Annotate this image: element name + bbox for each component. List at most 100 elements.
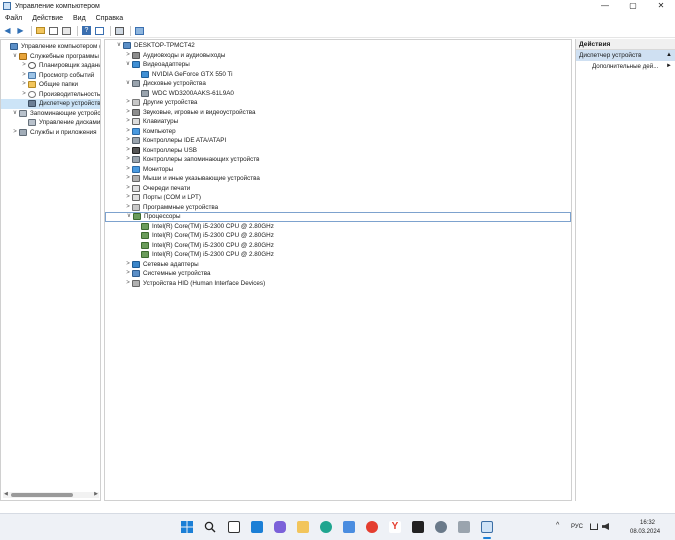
- expand-chevron-icon[interactable]: >: [124, 51, 132, 61]
- start-button-icon[interactable]: [181, 521, 193, 533]
- console-tree-pane[interactable]: Управление компьютером (л ∨ Служебные прог…: [0, 39, 101, 501]
- collapse-chevron-icon[interactable]: ∨: [115, 41, 123, 51]
- expand-chevron-icon[interactable]: >: [124, 279, 132, 289]
- update-driver-icon[interactable]: [114, 25, 125, 36]
- maximize-button[interactable]: ▢: [619, 0, 647, 12]
- console-tree-item[interactable]: > Просмотр событий: [1, 71, 100, 81]
- search-icon[interactable]: [204, 521, 216, 533]
- expand-chevron-icon[interactable]: >: [11, 128, 19, 138]
- console-tree-item[interactable]: > Планировщик заданий: [1, 61, 100, 71]
- device-tree-item[interactable]: > Устройства HID (Human Interface Devices…: [105, 279, 571, 289]
- expand-chevron-icon[interactable]: >: [124, 203, 132, 213]
- yandex-app-icon[interactable]: Y: [389, 521, 401, 533]
- expand-chevron-icon[interactable]: >: [124, 269, 132, 279]
- clock-date[interactable]: 08.03.2024: [630, 529, 660, 535]
- expand-chevron-icon[interactable]: >: [124, 260, 132, 270]
- menu-action[interactable]: Действие: [32, 15, 63, 22]
- expand-chevron-icon[interactable]: >: [124, 193, 132, 203]
- forward-arrow-icon[interactable]: ▶: [15, 25, 26, 36]
- console-tree-item[interactable]: > Общие папки: [1, 80, 100, 90]
- settings-gear-icon[interactable]: [435, 521, 447, 533]
- device-tree-item[interactable]: > Контроллеры запоминающих устройств: [105, 155, 571, 165]
- device-tree-item[interactable]: > Компьютер: [105, 127, 571, 137]
- device-tree-item[interactable]: ∨ Видеоадаптеры: [105, 60, 571, 70]
- expand-chevron-icon[interactable]: >: [124, 98, 132, 108]
- device-tree-item[interactable]: > Мыши и иные указывающие устройства: [105, 174, 571, 184]
- expand-chevron-icon[interactable]: >: [124, 184, 132, 194]
- expand-chevron-icon[interactable]: >: [20, 80, 28, 90]
- help-icon[interactable]: ?: [81, 25, 92, 36]
- show-panel-icon[interactable]: [94, 25, 105, 36]
- input-language[interactable]: РУС: [571, 524, 583, 530]
- collapse-chevron-icon[interactable]: ∨: [124, 60, 132, 70]
- expand-chevron-icon[interactable]: >: [124, 136, 132, 146]
- scroll-left-icon[interactable]: ◀: [4, 491, 8, 497]
- device-tree-item[interactable]: > Другие устройства: [105, 98, 571, 108]
- chat-icon[interactable]: [274, 521, 286, 533]
- scroll-right-icon[interactable]: ▶: [94, 491, 98, 497]
- up-folder-icon[interactable]: [35, 25, 46, 36]
- device-tree-item[interactable]: > Клавиатуры: [105, 117, 571, 127]
- expand-chevron-icon[interactable]: >: [20, 71, 28, 81]
- menu-view[interactable]: Вид: [73, 15, 86, 22]
- scan-hardware-icon[interactable]: [134, 25, 145, 36]
- scrollbar-thumb[interactable]: [11, 493, 73, 497]
- file-explorer-icon[interactable]: [297, 521, 309, 533]
- device-tree-item[interactable]: ∨ DESKTOP-TPMCT42: [105, 41, 571, 51]
- device-tree-item[interactable]: > Звуковые, игровые и видеоустройства: [105, 108, 571, 118]
- device-tree-item[interactable]: > Очереди печати: [105, 184, 571, 194]
- actions-section-device-manager[interactable]: Диспетчер устройств ▲: [576, 50, 675, 61]
- back-arrow-icon[interactable]: ◀: [2, 25, 13, 36]
- device-tree-item[interactable]: > Мониторы: [105, 165, 571, 175]
- device-tree-item[interactable]: Intel(R) Core(TM) i5-2300 CPU @ 2.80GHz: [105, 222, 571, 232]
- device-tree-item[interactable]: ∨ Дисковые устройства: [105, 79, 571, 89]
- console-tree-item[interactable]: > Производительность: [1, 90, 100, 100]
- volume-icon[interactable]: [602, 523, 609, 530]
- collapse-chevron-icon[interactable]: ∨: [125, 212, 133, 222]
- console-tree-item[interactable]: Управление компьютером (л: [1, 42, 100, 52]
- computer-management-taskbar-icon[interactable]: [481, 521, 493, 533]
- device-tree-item[interactable]: > Системные устройства: [105, 269, 571, 279]
- device-manager-pane[interactable]: ∨ DESKTOP-TPMCT42 > Аудиовходы и аудиовыход…: [104, 39, 572, 501]
- menu-file[interactable]: Файл: [5, 15, 22, 22]
- widgets-icon[interactable]: [251, 521, 263, 533]
- expand-chevron-icon[interactable]: >: [124, 108, 132, 118]
- console-tree-item[interactable]: > Службы и приложения: [1, 128, 100, 138]
- expand-chevron-icon[interactable]: >: [124, 174, 132, 184]
- sound-app-icon[interactable]: [458, 521, 470, 533]
- device-tree-item[interactable]: Intel(R) Core(TM) i5-2300 CPU @ 2.80GHz: [105, 241, 571, 251]
- close-button[interactable]: ✕: [647, 0, 675, 12]
- expand-chevron-icon[interactable]: >: [124, 165, 132, 175]
- expand-chevron-icon[interactable]: >: [20, 90, 28, 100]
- collapse-chevron-icon[interactable]: ∨: [124, 79, 132, 89]
- edge-browser-icon[interactable]: [320, 521, 332, 533]
- properties-icon[interactable]: [61, 25, 72, 36]
- microsoft-store-icon[interactable]: [343, 521, 355, 533]
- console-tree-item[interactable]: Диспетчер устройств: [1, 99, 100, 109]
- device-tree-item[interactable]: > Порты (COM и LPT): [105, 193, 571, 203]
- show-hidden-icons-icon[interactable]: ^: [556, 522, 559, 529]
- expand-chevron-icon[interactable]: >: [124, 117, 132, 127]
- minimize-button[interactable]: —: [591, 0, 619, 12]
- console-tree-item[interactable]: ∨ Запоминающие устройст: [1, 109, 100, 119]
- horizontal-scrollbar[interactable]: ◀ ▶: [3, 491, 99, 498]
- show-hide-tree-icon[interactable]: [48, 25, 59, 36]
- collapse-chevron-icon[interactable]: ∨: [11, 109, 19, 119]
- device-tree-item[interactable]: ∨ Процессоры: [105, 212, 571, 222]
- terminal-icon[interactable]: [412, 521, 424, 533]
- device-tree-item[interactable]: Intel(R) Core(TM) i5-2300 CPU @ 2.80GHz: [105, 231, 571, 241]
- device-tree-item[interactable]: NVIDIA GeForce GTX 550 Ti: [105, 70, 571, 80]
- network-icon[interactable]: [590, 523, 598, 530]
- expand-chevron-icon[interactable]: >: [124, 146, 132, 156]
- device-tree-item[interactable]: > Контроллеры USB: [105, 146, 571, 156]
- device-tree-item[interactable]: > Программные устройства: [105, 203, 571, 213]
- expand-chevron-icon[interactable]: >: [124, 155, 132, 165]
- more-actions-item[interactable]: Дополнительные дей... ►: [576, 61, 675, 72]
- menu-help[interactable]: Справка: [96, 15, 123, 22]
- expand-chevron-icon[interactable]: >: [20, 61, 28, 71]
- device-tree-item[interactable]: > Контроллеры IDE ATA/ATAPI: [105, 136, 571, 146]
- device-tree-item[interactable]: > Аудиовходы и аудиовыходы: [105, 51, 571, 61]
- device-tree-item[interactable]: WDC WD3200AAKS-61L9A0: [105, 89, 571, 99]
- task-view-icon[interactable]: [228, 521, 240, 533]
- expand-chevron-icon[interactable]: >: [124, 127, 132, 137]
